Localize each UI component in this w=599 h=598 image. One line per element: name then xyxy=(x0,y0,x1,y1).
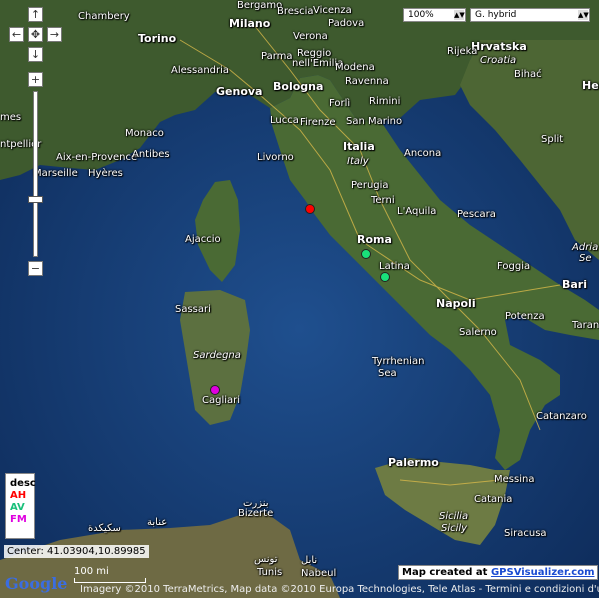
credit-box: Map created at GPSVisualizer.com xyxy=(398,565,599,580)
chevron-down-icon: ▲▼ xyxy=(454,10,465,20)
legend-item-fm: FM xyxy=(10,514,27,525)
pan-left-button[interactable]: ← xyxy=(9,27,24,42)
legend-box: desc AH AV FM xyxy=(5,473,36,539)
zoom-slider-rail xyxy=(33,91,38,257)
marker-red[interactable] xyxy=(305,204,315,214)
google-logo[interactable]: Google xyxy=(5,574,67,593)
legend-item-ah: AH xyxy=(10,490,27,501)
zoom-slider-track[interactable] xyxy=(28,91,43,257)
pan-right-button[interactable]: → xyxy=(47,27,62,42)
gpsvisualizer-link[interactable]: GPSVisualizer.com xyxy=(491,567,595,578)
zoom-slider-thumb[interactable] xyxy=(28,196,43,203)
layer-select[interactable]: G. hybrid ▲▼ xyxy=(470,8,590,22)
pan-center-button[interactable]: ✥ xyxy=(28,27,43,42)
center-coordinates: Center: 41.03904,10.89985 xyxy=(4,545,149,558)
pan-down-button[interactable]: ↓ xyxy=(28,47,43,62)
satellite-imagery xyxy=(0,0,599,598)
scale-label: 100 mi xyxy=(74,566,109,577)
zoom-in-button[interactable]: + xyxy=(28,72,43,87)
scale-bar-line xyxy=(74,578,146,583)
marker-green-latina[interactable] xyxy=(380,272,390,282)
legend-item-av: AV xyxy=(10,502,25,513)
marker-magenta[interactable] xyxy=(210,385,220,395)
pan-up-button[interactable]: ↑ xyxy=(28,7,43,22)
marker-green-roma[interactable] xyxy=(361,249,371,259)
layer-select-value: G. hybrid xyxy=(475,10,517,20)
map-canvas[interactable]: Chambery Bergamo Brescia Vicenza Padova … xyxy=(0,0,599,598)
google-logo-text: Google xyxy=(5,574,68,593)
copyright-text: Imagery ©2010 TerraMetrics, Map data ©20… xyxy=(80,584,599,595)
legend-title: desc xyxy=(10,478,36,489)
zoom-out-button[interactable]: − xyxy=(28,261,43,276)
chevron-down-icon: ▲▼ xyxy=(578,10,589,20)
zoom-select[interactable]: 100% ▲▼ xyxy=(403,8,466,22)
zoom-select-value: 100% xyxy=(408,10,434,20)
scale-bar: 100 mi xyxy=(74,566,146,583)
credit-prefix: Map created at xyxy=(402,567,491,578)
